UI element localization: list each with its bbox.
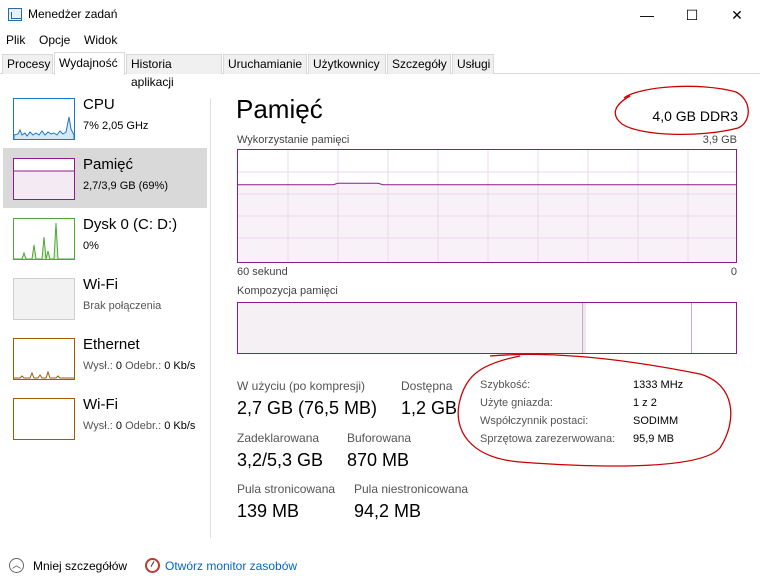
tab-bar: Procesy Wydajność Historia aplikacji Uru…	[0, 52, 760, 89]
sidebar-item-label: CPU	[83, 96, 115, 113]
menu-options[interactable]: Opcje	[39, 33, 70, 47]
sidebar-item-wifi-1[interactable]: Wi-Fi Brak połączenia	[3, 268, 207, 328]
hardware-reserved-value: 95,9 MB	[633, 433, 674, 445]
nonpaged-pool-value: 94,2 MB	[354, 501, 422, 521]
sidebar-item-wifi-2[interactable]: Wi-Fi Wysł.: 0 Odebr.: 0 Kb/s	[3, 388, 207, 448]
paged-pool-value: 139 MB	[237, 501, 300, 521]
tab-details[interactable]: Szczegóły	[387, 54, 451, 74]
receive-value: 0 Kb/s	[164, 360, 196, 372]
menu-view[interactable]: Widok	[84, 33, 117, 47]
tab-processes[interactable]: Procesy	[2, 54, 53, 74]
memory-thumbnail	[13, 158, 75, 200]
form-factor-value: SODIMM	[633, 415, 679, 427]
tab-app-history[interactable]: Historia aplikacji	[126, 54, 222, 89]
memory-composition-bar	[237, 302, 737, 354]
receive-label: Odebr.:	[125, 420, 162, 432]
task-manager-icon	[8, 8, 22, 21]
sidebar-item-label: Dysk 0 (C: D:)	[83, 216, 178, 233]
open-resource-monitor-link[interactable]: Otwórz monitor zasobów	[165, 559, 297, 573]
tab-users[interactable]: Użytkownicy	[308, 54, 386, 74]
send-value: 0	[115, 420, 123, 432]
footer: ︿ Mniej szczegółów Otwórz monitor zasobó…	[0, 555, 760, 579]
sidebar-item-memory[interactable]: Pamięć 2,7/3,9 GB (69%)	[3, 148, 207, 208]
slots-value: 1 z 2	[633, 397, 657, 409]
sidebar-item-cpu[interactable]: CPU 7% 2,05 GHz	[3, 88, 207, 148]
usage-line	[238, 182, 736, 186]
available-label: Dostępna	[401, 379, 453, 393]
sidebar-divider	[210, 98, 211, 538]
wifi-thumbnail	[13, 278, 75, 320]
wifi-thumbnail	[13, 398, 75, 440]
sidebar-item-ethernet[interactable]: Ethernet Wysł.: 0 Odebr.: 0 Kb/s	[3, 328, 207, 388]
sidebar-item-label: Pamięć	[83, 156, 134, 173]
cached-label: Buforowana	[347, 431, 412, 445]
cached-value: 870 MB	[347, 450, 410, 470]
in-use-value: 2,7 GB (76,5 MB)	[237, 398, 378, 418]
sidebar-item-label: Wi-Fi	[83, 396, 118, 413]
tab-services[interactable]: Usługi	[452, 54, 494, 74]
window-title: Menedżer zadań	[28, 7, 118, 21]
maximize-button[interactable]: ☐	[669, 0, 715, 30]
send-label: Wysł.:	[83, 360, 113, 372]
composition-in-use	[238, 303, 583, 353]
form-factor-label: Współczynnik postaci:	[480, 415, 589, 427]
resource-monitor-icon[interactable]	[145, 558, 160, 573]
ethernet-thumbnail	[13, 338, 75, 380]
committed-value: 3,2/5,3 GB	[237, 450, 324, 470]
sidebar-item-sub: Wysł.: 0 Odebr.: 0 Kb/s	[83, 420, 195, 432]
sidebar-item-label: Ethernet	[83, 336, 140, 353]
usage-graph-label: Wykorzystanie pamięci	[237, 134, 350, 146]
disk-thumbnail	[13, 218, 75, 260]
send-label: Wysł.:	[83, 420, 113, 432]
menu-file[interactable]: Plik	[6, 33, 25, 47]
tab-performance[interactable]: Wydajność	[54, 52, 125, 75]
page-title: Pamięć	[236, 94, 323, 124]
chevron-up-icon[interactable]: ︿	[9, 558, 24, 573]
slots-label: Użyte gniazda:	[480, 397, 553, 409]
usage-graph-max: 3,9 GB	[702, 134, 737, 146]
resource-sidebar: CPU 7% 2,05 GHz Pamięć 2,7/3,9 GB (69%) …	[0, 86, 210, 526]
paged-pool-label: Pula stronicowana	[237, 482, 336, 496]
memory-usage-graph	[237, 149, 737, 263]
sidebar-item-label: Wi-Fi	[83, 276, 118, 293]
speed-label: Szybkość:	[480, 379, 531, 391]
minimize-button[interactable]: —	[624, 0, 670, 30]
close-button[interactable]: ✕	[714, 0, 760, 30]
committed-label: Zadeklarowana	[237, 431, 320, 445]
hardware-reserved-label: Sprzętowa zarezerwowana:	[480, 433, 616, 445]
nonpaged-pool-label: Pula niestronicowana	[354, 482, 469, 496]
sidebar-item-sub: 2,7/3,9 GB (69%)	[83, 180, 168, 192]
receive-label: Odebr.:	[125, 360, 162, 372]
title-bar: Menedżer zadań — ☐ ✕	[0, 0, 760, 30]
sidebar-item-sub: Brak połączenia	[83, 300, 162, 312]
composition-label: Kompozycja pamięci	[237, 285, 338, 297]
available-value: 1,2 GB	[401, 398, 458, 418]
fewer-details-link[interactable]: Mniej szczegółów	[33, 559, 127, 573]
speed-value: 1333 MHz	[633, 379, 684, 391]
sidebar-item-sub: Wysł.: 0 Odebr.: 0 Kb/s	[83, 360, 195, 372]
sidebar-item-sub: 0%	[83, 240, 99, 252]
sidebar-item-sub: 7% 2,05 GHz	[83, 120, 149, 132]
composition-standby	[586, 303, 692, 353]
in-use-label: W użyciu (po kompresji)	[237, 379, 366, 393]
memory-spec: 4,0 GB DDR3	[652, 108, 738, 124]
time-axis-min: 0	[730, 266, 737, 278]
send-value: 0	[115, 360, 123, 372]
receive-value: 0 Kb/s	[164, 420, 196, 432]
sidebar-item-disk[interactable]: Dysk 0 (C: D:) 0%	[3, 208, 207, 268]
cpu-thumbnail	[13, 98, 75, 140]
memory-usage-chart	[238, 150, 736, 262]
details-circle-annotation	[457, 353, 732, 467]
usage-area	[238, 183, 736, 262]
tab-startup[interactable]: Uruchamianie	[223, 54, 307, 74]
time-axis-label: 60 sekund	[237, 266, 288, 278]
